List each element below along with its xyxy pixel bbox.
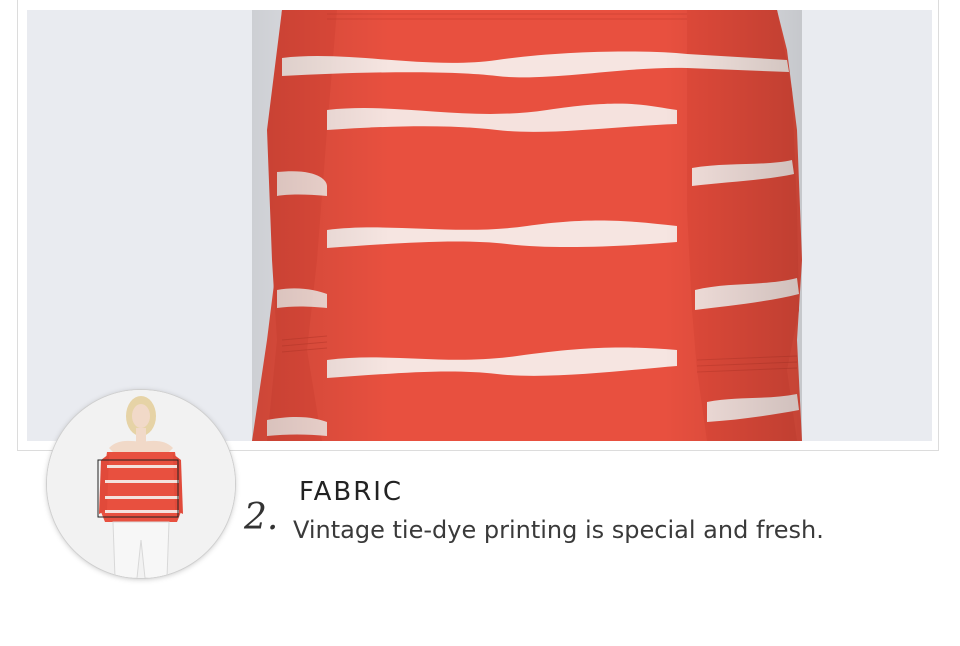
fabric-closeup-image — [27, 10, 932, 441]
section-description: Vintage tie-dye printing is special and … — [293, 516, 824, 544]
model-thumbnail-image — [47, 390, 235, 578]
section-title: FABRIC — [299, 477, 404, 507]
section-number: 2. — [244, 497, 279, 538]
